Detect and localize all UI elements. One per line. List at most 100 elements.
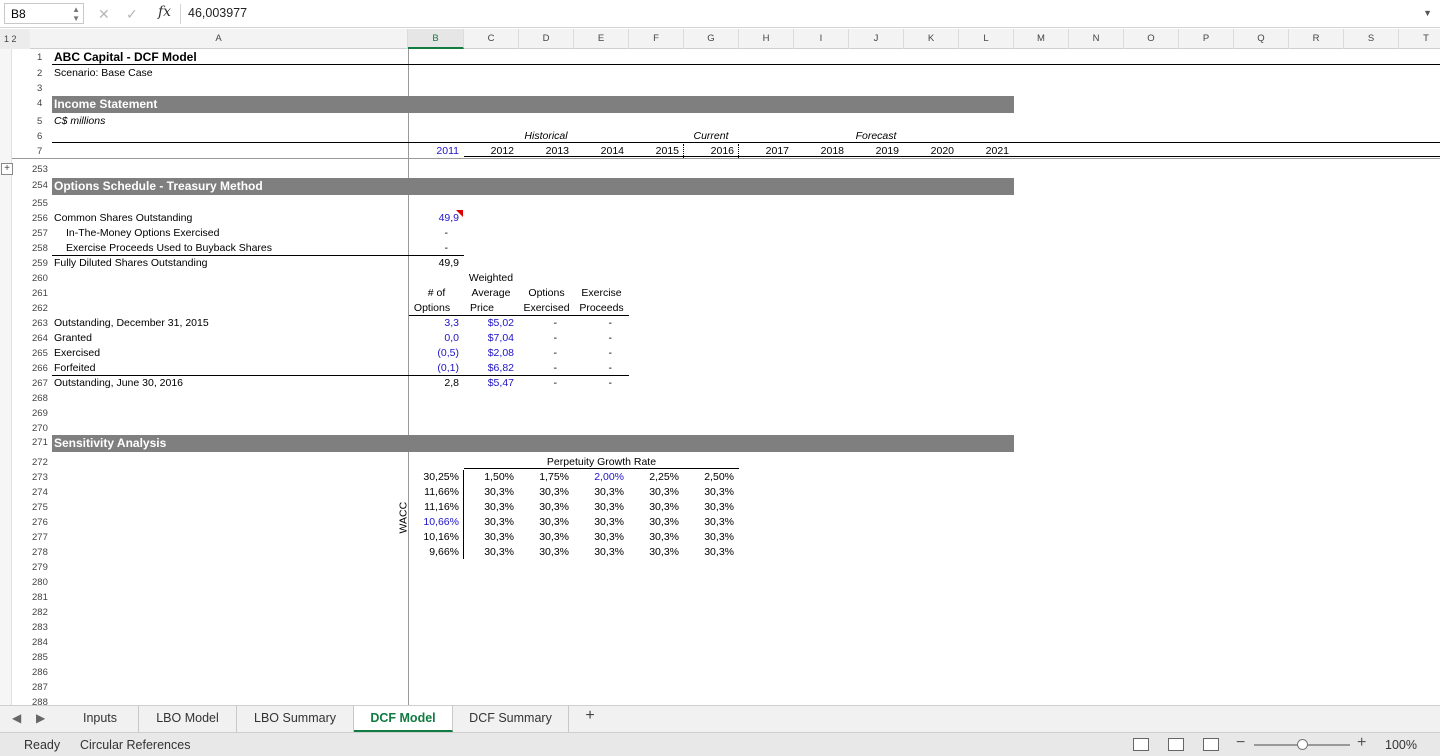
year-header-2016[interactable]: 2016 xyxy=(684,144,734,159)
row-header-263[interactable]: 263 xyxy=(12,316,52,331)
sensitivity-cell[interactable]: 30,3% xyxy=(629,515,679,530)
growth-rate-header[interactable]: 2,25% xyxy=(629,470,679,485)
row-header-285[interactable]: 285 xyxy=(12,650,52,665)
buyback-value[interactable]: - xyxy=(409,241,449,256)
sensitivity-cell[interactable]: 30,3% xyxy=(519,530,569,545)
column-header-d[interactable]: D xyxy=(519,29,574,49)
sheet-tab-dcf-summary[interactable]: DCF Summary xyxy=(453,706,569,732)
column-header-k[interactable]: K xyxy=(904,29,959,49)
year-header-2015[interactable]: 2015 xyxy=(629,144,679,159)
sensitivity-cell[interactable]: 30,3% xyxy=(464,500,514,515)
options-row-exercised[interactable]: - xyxy=(519,316,558,331)
options-row-proceeds[interactable]: - xyxy=(574,331,613,346)
options-row-count[interactable]: 3,3 xyxy=(409,316,459,331)
row-header-257[interactable]: 257 xyxy=(12,226,52,241)
name-box-stepper-icon[interactable]: ▲ ▼ xyxy=(72,5,80,23)
column-header-j[interactable]: J xyxy=(849,29,904,49)
row-header-287[interactable]: 287 xyxy=(12,680,52,695)
sensitivity-cell[interactable]: 30,3% xyxy=(464,545,514,560)
column-header-b[interactable]: B xyxy=(408,29,464,49)
column-header-o[interactable]: O xyxy=(1124,29,1179,49)
row-header-7[interactable]: 7 xyxy=(12,144,52,159)
options-row-exercised[interactable]: - xyxy=(519,361,558,376)
row-header-256[interactable]: 256 xyxy=(12,211,52,226)
row-header-271[interactable]: 271 xyxy=(12,435,52,450)
row-header-282[interactable]: 282 xyxy=(12,605,52,620)
row-header-260[interactable]: 260 xyxy=(12,271,52,286)
row-header-273[interactable]: 273 xyxy=(12,470,52,485)
page-break-view-icon[interactable] xyxy=(1203,738,1219,751)
row-header-2[interactable]: 2 xyxy=(12,66,52,81)
row-header-267[interactable]: 267 xyxy=(12,376,52,391)
sensitivity-cell[interactable]: 30,3% xyxy=(629,500,679,515)
prev-sheet-icon[interactable]: ◀ xyxy=(12,711,21,725)
options-row-price[interactable]: $5,47 xyxy=(464,376,514,391)
row-header-261[interactable]: 261 xyxy=(12,286,52,301)
row-header-266[interactable]: 266 xyxy=(12,361,52,376)
row-header-276[interactable]: 276 xyxy=(12,515,52,530)
row-header-268[interactable]: 268 xyxy=(12,391,52,406)
column-header-m[interactable]: M xyxy=(1014,29,1069,49)
page-layout-view-icon[interactable] xyxy=(1168,738,1184,751)
sensitivity-cell[interactable]: 30,3% xyxy=(519,500,569,515)
year-header-2019[interactable]: 2019 xyxy=(849,144,899,159)
year-header-2018[interactable]: 2018 xyxy=(794,144,844,159)
row-header-272[interactable]: 272 xyxy=(12,455,52,470)
year-header-2012[interactable]: 2012 xyxy=(464,144,514,159)
name-box[interactable]: B8 ▲ ▼ xyxy=(4,3,84,24)
zoom-in-icon[interactable]: + xyxy=(1357,734,1366,752)
row-header-259[interactable]: 259 xyxy=(12,256,52,271)
column-header-q[interactable]: Q xyxy=(1234,29,1289,49)
sheet-tab-dcf-model[interactable]: DCF Model xyxy=(354,706,453,732)
options-row-proceeds[interactable]: - xyxy=(574,361,613,376)
row-header-258[interactable]: 258 xyxy=(12,241,52,256)
sensitivity-cell[interactable]: 30,3% xyxy=(519,545,569,560)
wacc-row-header[interactable]: 11,66% xyxy=(409,485,459,500)
row-header-274[interactable]: 274 xyxy=(12,485,52,500)
column-header-s[interactable]: S xyxy=(1344,29,1399,49)
column-header-a[interactable]: A xyxy=(30,29,408,49)
row-header-269[interactable]: 269 xyxy=(12,406,52,421)
column-header-n[interactable]: N xyxy=(1069,29,1124,49)
row-header-6[interactable]: 6 xyxy=(12,129,52,144)
zoom-level[interactable]: 100% xyxy=(1385,738,1417,752)
options-row-count[interactable]: 2,8 xyxy=(409,376,459,391)
options-row-price[interactable]: $7,04 xyxy=(464,331,514,346)
zoom-slider-handle[interactable] xyxy=(1297,739,1308,750)
year-header-2021[interactable]: 2021 xyxy=(959,144,1009,159)
sensitivity-cell[interactable]: 30,3% xyxy=(684,500,734,515)
column-header-c[interactable]: C xyxy=(464,29,519,49)
sensitivity-cell[interactable]: 30,3% xyxy=(574,530,624,545)
options-row-exercised[interactable]: - xyxy=(519,331,558,346)
row-header-255[interactable]: 255 xyxy=(12,196,52,211)
column-header-t[interactable]: T xyxy=(1399,29,1440,49)
column-header-p[interactable]: P xyxy=(1179,29,1234,49)
diluted-shares-value[interactable]: 49,9 xyxy=(409,256,459,271)
column-header-r[interactable]: R xyxy=(1289,29,1344,49)
sensitivity-cell[interactable]: 30,3% xyxy=(519,515,569,530)
year-header-2017[interactable]: 2017 xyxy=(739,144,789,159)
row-header-288[interactable]: 288 xyxy=(12,695,52,705)
cancel-icon[interactable]: ✕ xyxy=(98,6,110,23)
insert-function-icon[interactable]: fx xyxy=(158,4,171,20)
row-header-278[interactable]: 278 xyxy=(12,545,52,560)
sensitivity-cell[interactable]: 30,3% xyxy=(464,485,514,500)
add-sheet-icon[interactable]: + xyxy=(580,707,600,725)
row-header-264[interactable]: 264 xyxy=(12,331,52,346)
sensitivity-cell[interactable]: 30,3% xyxy=(684,485,734,500)
comment-indicator[interactable] xyxy=(456,210,463,217)
normal-view-icon[interactable] xyxy=(1133,738,1149,751)
sheet-grid[interactable]: + ABC Capital - DCF Model Scenario: Base… xyxy=(0,49,1440,705)
sensitivity-cell[interactable]: 30,3% xyxy=(519,485,569,500)
wacc-row-header[interactable]: 10,16% xyxy=(409,530,459,545)
row-header-4[interactable]: 4 xyxy=(12,96,52,111)
row-header-5[interactable]: 5 xyxy=(12,114,52,129)
sensitivity-cell[interactable]: 30,3% xyxy=(629,485,679,500)
circular-references-status[interactable]: Circular References xyxy=(80,738,190,752)
options-row-proceeds[interactable]: - xyxy=(574,376,613,391)
growth-rate-header[interactable]: 1,75% xyxy=(519,470,569,485)
sensitivity-cell[interactable]: 30,3% xyxy=(684,545,734,560)
sensitivity-cell[interactable]: 30,3% xyxy=(629,545,679,560)
options-row-price[interactable]: $2,08 xyxy=(464,346,514,361)
row-header-283[interactable]: 283 xyxy=(12,620,52,635)
